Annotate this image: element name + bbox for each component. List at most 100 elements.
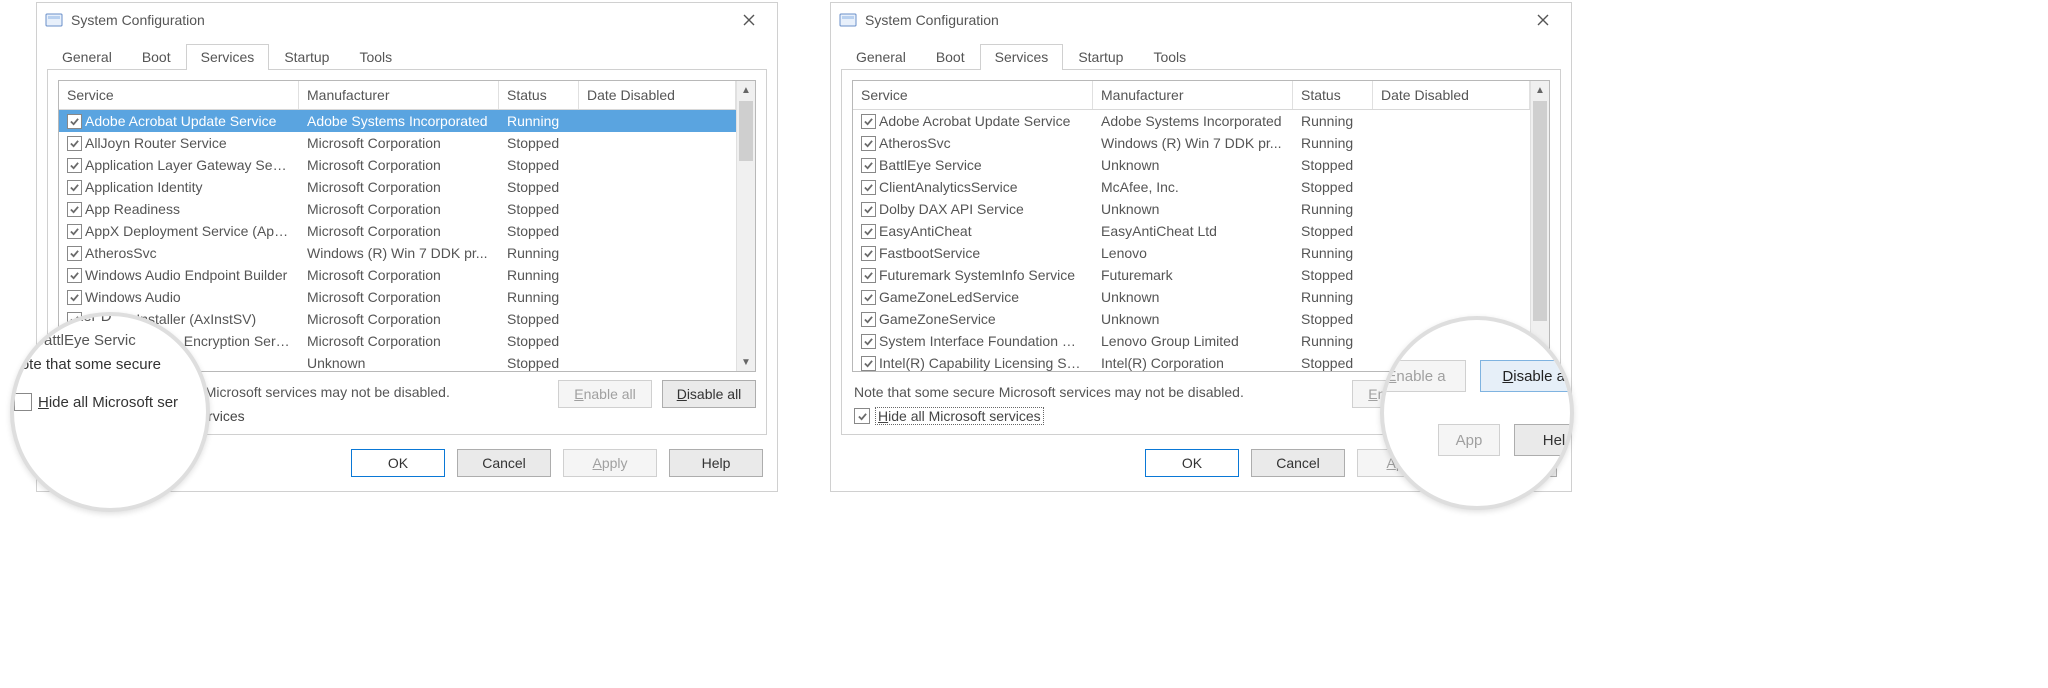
tab-general[interactable]: General	[841, 44, 921, 70]
enable-all-button[interactable]: Enable a	[1380, 360, 1466, 392]
tab-startup[interactable]: Startup	[1063, 44, 1138, 70]
service-checkbox[interactable]	[861, 180, 876, 195]
cancel-button[interactable]: Cancel	[1251, 449, 1345, 477]
table-row[interactable]: Application Layer Gateway ServiceMicroso…	[59, 154, 736, 176]
service-checkbox[interactable]	[861, 246, 876, 261]
table-row[interactable]: BattlEye ServiceUnknownStopped	[853, 154, 1530, 176]
table-row[interactable]: AtherosSvcWindows (R) Win 7 DDK pr...Run…	[59, 242, 736, 264]
service-checkbox[interactable]	[861, 114, 876, 129]
service-checkbox[interactable]	[67, 246, 82, 261]
service-checkbox[interactable]	[67, 114, 82, 129]
scroll-down-icon[interactable]: ▼	[737, 353, 755, 371]
col-service[interactable]: Service	[853, 81, 1093, 109]
service-checkbox[interactable]	[861, 202, 876, 217]
table-row[interactable]: ClientAnalyticsServiceMcAfee, Inc.Stoppe…	[853, 176, 1530, 198]
help-button[interactable]: Hel	[1514, 424, 1574, 456]
service-checkbox[interactable]	[861, 158, 876, 173]
service-checkbox[interactable]	[16, 312, 31, 324]
service-checkbox[interactable]	[67, 180, 82, 195]
service-status: Stopped	[499, 355, 579, 371]
table-row[interactable]: AtherosSvcWindows (R) Win 7 DDK pr...Run…	[853, 132, 1530, 154]
table-row[interactable]: EasyAntiCheatEasyAntiCheat LtdStopped	[853, 220, 1530, 242]
service-manufacturer: Unknown	[1093, 201, 1293, 217]
tab-startup[interactable]: Startup	[269, 44, 344, 70]
col-date-disabled[interactable]: Date Disabled	[1373, 81, 1530, 109]
col-manufacturer[interactable]: Manufacturer	[1093, 81, 1293, 109]
tab-boot[interactable]: Boot	[921, 44, 980, 70]
list-header[interactable]: Service Manufacturer Status Date Disable…	[59, 81, 736, 110]
tab-boot[interactable]: Boot	[127, 44, 186, 70]
close-button[interactable]	[1523, 5, 1563, 35]
service-manufacturer: Windows (R) Win 7 DDK pr...	[299, 245, 499, 261]
help-button[interactable]: Help	[669, 449, 763, 477]
service-status: Stopped	[499, 135, 579, 151]
disable-all-button[interactable]: Disable all	[662, 380, 756, 408]
service-name: AtherosSvc	[83, 245, 299, 261]
table-row[interactable]: Windows AudioMicrosoft CorporationRunnin…	[59, 286, 736, 308]
col-manufacturer[interactable]: Manufacturer	[299, 81, 499, 109]
table-row[interactable]: Futuremark SystemInfo ServiceFuturemarkS…	[853, 264, 1530, 286]
table-row[interactable]: AppX Deployment Service (AppX...Microsof…	[59, 220, 736, 242]
disable-all-button[interactable]: Disable all	[1480, 360, 1574, 392]
col-status[interactable]: Status	[499, 81, 579, 109]
service-manufacturer: Microsoft Corporation	[299, 267, 499, 283]
close-button[interactable]	[729, 5, 769, 35]
enable-all-button[interactable]: Enable all	[558, 380, 652, 408]
tab-services[interactable]: Services	[980, 44, 1064, 70]
service-checkbox[interactable]	[67, 158, 82, 173]
service-manufacturer: Unknown	[1093, 289, 1293, 305]
col-status[interactable]: Status	[1293, 81, 1373, 109]
tab-tools[interactable]: Tools	[344, 44, 407, 70]
hide-microsoft-checkbox[interactable]	[14, 393, 32, 411]
table-row[interactable]: GameZoneServiceUnknownStopped	[853, 308, 1530, 330]
scroll-thumb[interactable]	[1533, 101, 1547, 321]
msconfig-icon	[45, 11, 63, 29]
scroll-thumb[interactable]	[739, 101, 753, 161]
note-text: Note that some secure Microsoft services…	[854, 384, 1352, 400]
col-date-disabled[interactable]: Date Disabled	[579, 81, 736, 109]
service-manufacturer: Microsoft Corporation	[299, 135, 499, 151]
service-checkbox[interactable]	[861, 224, 876, 239]
scrollbar[interactable]: ▲ ▼	[736, 81, 755, 371]
table-row[interactable]: AllJoyn Router ServiceMicrosoft Corporat…	[59, 132, 736, 154]
ok-button[interactable]: OK	[351, 449, 445, 477]
table-row[interactable]: Dolby DAX API ServiceUnknownRunning	[853, 198, 1530, 220]
service-checkbox[interactable]	[67, 136, 82, 151]
service-checkbox[interactable]	[861, 334, 876, 349]
title-bar[interactable]: System Configuration	[37, 3, 777, 37]
scroll-up-icon[interactable]: ▲	[737, 81, 755, 99]
title-bar[interactable]: System Configuration	[831, 3, 1571, 37]
service-checkbox[interactable]	[861, 268, 876, 283]
tab-general[interactable]: General	[47, 44, 127, 70]
table-row[interactable]: FastbootServiceLenovoRunning	[853, 242, 1530, 264]
scrollbar[interactable]: ▲ ▼	[1530, 81, 1549, 371]
table-row[interactable]: App ReadinessMicrosoft CorporationStoppe…	[59, 198, 736, 220]
list-header[interactable]: Service Manufacturer Status Date Disable…	[853, 81, 1530, 110]
apply-button[interactable]: Apply	[563, 449, 657, 477]
service-name: AtherosSvc	[877, 135, 1093, 151]
service-name: ClientAnalyticsService	[877, 179, 1093, 195]
table-row[interactable]: Adobe Acrobat Update ServiceAdobe System…	[853, 110, 1530, 132]
service-checkbox[interactable]	[861, 356, 876, 371]
table-row[interactable]: GameZoneLedServiceUnknownRunning	[853, 286, 1530, 308]
col-service[interactable]: Service	[59, 81, 299, 109]
service-checkbox[interactable]	[67, 290, 82, 305]
service-checkbox[interactable]	[861, 290, 876, 305]
service-checkbox[interactable]	[16, 333, 31, 348]
service-status: Running	[1293, 333, 1373, 349]
tab-services[interactable]: Services	[186, 44, 270, 70]
table-row[interactable]: Adobe Acrobat Update ServiceAdobe System…	[59, 110, 736, 132]
cancel-button[interactable]: Cancel	[457, 449, 551, 477]
table-row[interactable]: Windows Audio Endpoint BuilderMicrosoft …	[59, 264, 736, 286]
service-checkbox[interactable]	[861, 136, 876, 151]
table-row[interactable]: Application IdentityMicrosoft Corporatio…	[59, 176, 736, 198]
service-checkbox[interactable]	[67, 224, 82, 239]
apply-button[interactable]: App	[1438, 424, 1500, 456]
ok-button[interactable]: OK	[1145, 449, 1239, 477]
service-checkbox[interactable]	[861, 312, 876, 327]
service-checkbox[interactable]	[67, 268, 82, 283]
scroll-up-icon[interactable]: ▲	[1531, 81, 1549, 99]
tab-tools[interactable]: Tools	[1138, 44, 1201, 70]
service-checkbox[interactable]	[67, 202, 82, 217]
hide-microsoft-checkbox[interactable]	[854, 408, 870, 424]
